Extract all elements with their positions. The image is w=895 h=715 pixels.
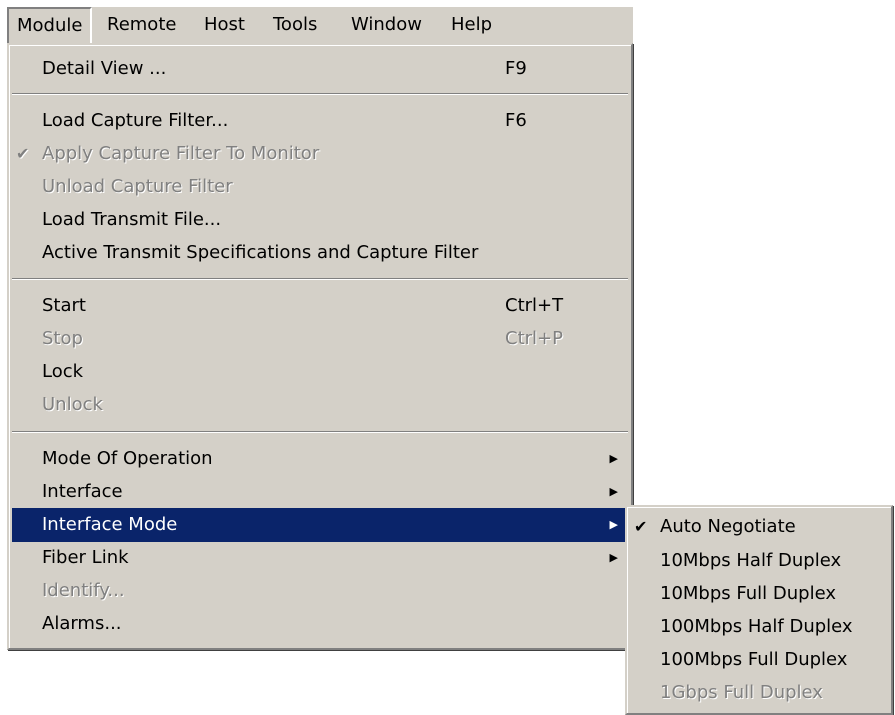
menu-item-active-transmit-specs[interactable]: Active Transmit Specifications and Captu… xyxy=(12,236,628,270)
menu-module[interactable]: Module xyxy=(7,7,93,43)
menu-item-detail-view[interactable]: Detail View ... F9 xyxy=(12,52,628,86)
menu-item-label: 10Mbps Full Duplex xyxy=(660,583,836,604)
menu-item-label: 10Mbps Half Duplex xyxy=(660,550,842,571)
menu-remote[interactable]: Remote xyxy=(99,7,184,43)
menu-item-shortcut: Ctrl+P xyxy=(505,328,563,349)
menu-item-shortcut: F9 xyxy=(505,58,527,79)
menu-item-label: Detail View ... xyxy=(42,58,167,79)
menu-item-alarms[interactable]: Alarms... xyxy=(12,607,628,641)
menu-help[interactable]: Help xyxy=(443,7,500,43)
menu-item-label: Active Transmit Specifications and Captu… xyxy=(42,242,479,263)
submenu-arrow-icon: ▶ xyxy=(609,551,618,564)
menu-item-label: Interface Mode xyxy=(42,514,178,535)
menu-item-mode-of-operation[interactable]: Mode Of Operation ▶ xyxy=(12,442,628,476)
menu-item-label: Unload Capture Filter xyxy=(42,176,233,197)
menu-item-label: Apply Capture Filter To Monitor xyxy=(42,143,320,164)
menu-item-label: 100Mbps Full Duplex xyxy=(660,649,848,670)
menu-item-100mbps-half-duplex[interactable]: 100Mbps Half Duplex xyxy=(630,610,888,644)
menu-separator xyxy=(12,93,628,95)
menu-item-100mbps-full-duplex[interactable]: 100Mbps Full Duplex xyxy=(630,643,888,677)
module-dropdown: Detail View ... F9 Load Capture Filter..… xyxy=(7,43,633,650)
menu-item-label: Stop xyxy=(42,328,83,349)
menu-separator xyxy=(12,278,628,280)
menu-item-label: Fiber Link xyxy=(42,547,129,568)
menu-item-label: Start xyxy=(42,295,86,316)
check-icon: ✔ xyxy=(16,144,30,163)
menu-item-unload-capture-filter: Unload Capture Filter xyxy=(12,170,628,204)
submenu-arrow-icon: ▶ xyxy=(609,452,618,465)
menu-item-10mbps-half-duplex[interactable]: 10Mbps Half Duplex xyxy=(630,544,888,578)
menu-item-auto-negotiate[interactable]: ✔ Auto Negotiate xyxy=(630,510,888,544)
menu-item-apply-capture-filter: ✔ Apply Capture Filter To Monitor xyxy=(12,137,628,171)
menu-separator xyxy=(12,431,628,433)
menu-item-label: 1Gbps Full Duplex xyxy=(660,682,823,703)
menu-item-shortcut: Ctrl+T xyxy=(505,295,564,316)
menu-item-label: Interface xyxy=(42,481,123,502)
menu-item-identify: Identify... xyxy=(12,574,628,608)
menu-item-label: Load Transmit File... xyxy=(42,209,222,230)
app-window: Module Remote Host Tools Window Help Det… xyxy=(0,0,895,715)
menu-item-load-transmit-file[interactable]: Load Transmit File... xyxy=(12,203,628,237)
menu-item-label: Auto Negotiate xyxy=(660,516,796,537)
check-icon: ✔ xyxy=(634,517,648,536)
menu-item-label: Lock xyxy=(42,361,84,382)
menu-item-label: Load Capture Filter... xyxy=(42,110,229,131)
menu-item-label: Mode Of Operation xyxy=(42,448,213,469)
menu-window[interactable]: Window xyxy=(343,7,430,43)
menu-item-lock[interactable]: Lock xyxy=(12,355,628,389)
menu-item-stop: Stop Ctrl+P xyxy=(12,322,628,356)
menu-item-shortcut: F6 xyxy=(505,110,527,131)
menu-tools[interactable]: Tools xyxy=(265,7,325,43)
menu-item-10mbps-full-duplex[interactable]: 10Mbps Full Duplex xyxy=(630,577,888,611)
menu-item-fiber-link[interactable]: Fiber Link ▶ xyxy=(12,541,628,575)
menu-item-start[interactable]: Start Ctrl+T xyxy=(12,289,628,323)
menu-item-load-capture-filter[interactable]: Load Capture Filter... F6 xyxy=(12,104,628,138)
menu-item-unlock: Unlock xyxy=(12,388,628,422)
submenu-arrow-icon: ▶ xyxy=(609,518,618,531)
menu-item-interface[interactable]: Interface ▶ xyxy=(12,475,628,509)
menu-bar: Module Remote Host Tools Window Help xyxy=(7,7,633,43)
menu-item-label: 100Mbps Half Duplex xyxy=(660,616,853,637)
menu-item-label: Alarms... xyxy=(42,613,122,634)
submenu-arrow-icon: ▶ xyxy=(609,485,618,498)
menu-item-interface-mode[interactable]: Interface Mode ▶ xyxy=(12,508,628,542)
interface-mode-submenu: ✔ Auto Negotiate 10Mbps Half Duplex 10Mb… xyxy=(625,505,893,715)
menu-item-label: Unlock xyxy=(42,394,103,415)
menu-item-label: Identify... xyxy=(42,580,125,601)
menu-item-1gbps-full-duplex: 1Gbps Full Duplex xyxy=(630,676,888,710)
menu-host[interactable]: Host xyxy=(196,7,253,43)
